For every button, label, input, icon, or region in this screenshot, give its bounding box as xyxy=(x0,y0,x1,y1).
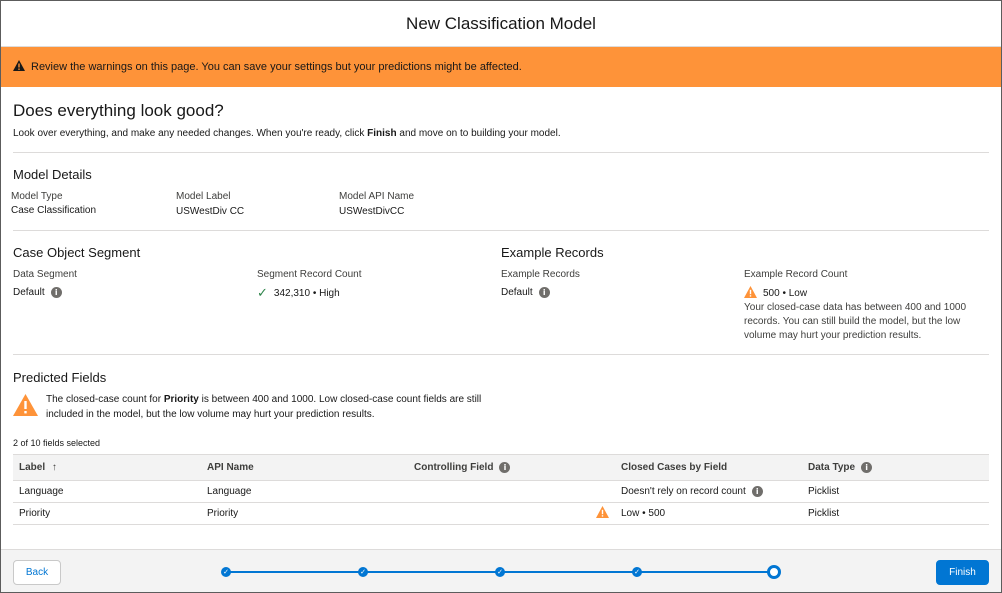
data-segment-value: Default i xyxy=(13,287,62,298)
cell-data-type: Picklist xyxy=(802,502,989,525)
warning-icon xyxy=(744,286,757,301)
cell-api-name: Language xyxy=(201,480,408,503)
warning-text-start: The closed-case count for xyxy=(46,394,164,405)
cell-controlling-field xyxy=(408,502,615,525)
check-icon: ✓ xyxy=(257,286,268,301)
modal-title: New Classification Model xyxy=(406,14,596,33)
step-5-current-icon[interactable] xyxy=(767,565,781,579)
divider xyxy=(13,230,989,231)
step-3-complete-icon[interactable]: ✓ xyxy=(495,567,505,577)
modal-footer: Back ✓ ✓ ✓ ✓ Finish xyxy=(1,549,1001,592)
warning-icon xyxy=(596,506,609,521)
column-label-text: Label xyxy=(19,462,46,473)
step-4-complete-icon[interactable]: ✓ xyxy=(632,567,642,577)
cell-controlling-field xyxy=(408,480,615,503)
example-count-text: 500 • Low xyxy=(763,288,808,299)
info-icon[interactable]: i xyxy=(751,486,763,497)
table-header-row: Label ↑ API Name Controlling Field i Clos… xyxy=(13,454,989,481)
segment-count-label: Segment Record Count xyxy=(257,269,362,280)
column-header-closed-cases[interactable]: Closed Cases by Field xyxy=(615,454,802,481)
model-api-name-label: Model API Name xyxy=(339,191,415,202)
data-segment-label: Data Segment xyxy=(13,269,77,280)
model-details-title: Model Details xyxy=(13,167,92,182)
segment-title: Case Object Segment xyxy=(13,245,141,260)
model-label-label: Model Label xyxy=(176,191,231,202)
back-button[interactable]: Back xyxy=(13,560,61,585)
cell-label: Language xyxy=(13,480,201,503)
selected-count: 2 of 10 fields selected xyxy=(13,438,101,448)
info-icon[interactable]: i xyxy=(499,462,511,473)
example-records-label: Example Records xyxy=(501,269,580,280)
predicted-fields-warning: The closed-case count for Priority is be… xyxy=(13,392,493,422)
warning-icon xyxy=(13,394,38,422)
data-segment-text: Default xyxy=(13,287,45,298)
segment-count-value: ✓ 342,310 • High xyxy=(257,286,340,301)
example-records-text: Default xyxy=(501,287,533,298)
example-count-label: Example Record Count xyxy=(744,269,848,280)
model-label-value: USWestDiv CC xyxy=(176,206,245,217)
intro-text: Look over everything, and make any neede… xyxy=(13,128,561,139)
modal: New Classification Model Review the warn… xyxy=(0,0,1002,593)
divider xyxy=(13,354,989,355)
column-header-data-type[interactable]: Data Type i xyxy=(802,454,989,481)
cell-closed-cases: Low • 500 xyxy=(615,502,802,525)
model-api-name-value: USWestDivCC xyxy=(339,206,405,217)
cell-data-type: Picklist xyxy=(802,480,989,503)
warning-icon xyxy=(13,60,25,74)
cell-label: Priority xyxy=(13,502,201,525)
intro-text-start: Look over everything, and make any neede… xyxy=(13,128,368,139)
warning-text-field: Priority xyxy=(163,394,199,405)
cell-api-name: Priority xyxy=(201,502,408,525)
finish-button[interactable]: Finish xyxy=(936,560,989,585)
example-records-value: Default i xyxy=(501,287,550,298)
model-type-value: Case Classification xyxy=(11,205,97,216)
arrow-up-icon[interactable]: ↑ xyxy=(52,462,57,473)
predicted-fields-warning-text: The closed-case count for Priority is be… xyxy=(46,392,493,422)
progress-indicator: ✓ ✓ ✓ ✓ xyxy=(221,564,781,580)
column-header-label[interactable]: Label ↑ xyxy=(13,454,201,481)
example-count-value: 500 • Low xyxy=(744,286,807,301)
column-header-controlling-field[interactable]: Controlling Field i xyxy=(408,454,615,481)
modal-header: New Classification Model xyxy=(1,1,1001,47)
warning-banner-text: Review the warnings on this page. You ca… xyxy=(31,61,522,73)
column-controlling-text: Controlling Field xyxy=(414,462,494,473)
intro-text-finish: Finish xyxy=(367,128,397,139)
segment-count-text: 342,310 • High xyxy=(273,288,340,299)
modal-body: Does everything look good? Look over eve… xyxy=(1,87,1001,549)
cell-closed-cases: Doesn't rely on record count i xyxy=(615,480,802,503)
example-count-note: Your closed-case data has between 400 an… xyxy=(744,302,967,341)
warning-banner: Review the warnings on this page. You ca… xyxy=(1,47,1001,87)
info-icon[interactable]: i xyxy=(861,462,873,473)
column-header-api-name[interactable]: API Name xyxy=(201,454,408,481)
model-type-label: Model Type xyxy=(11,191,63,202)
predicted-fields-title: Predicted Fields xyxy=(13,370,107,385)
column-type-text: Data Type xyxy=(808,462,856,473)
info-icon[interactable]: i xyxy=(538,287,550,298)
closed-cases-text: Doesn't rely on record count xyxy=(621,486,746,497)
table-row: Language Language Doesn't rely on record… xyxy=(13,480,989,503)
info-icon[interactable]: i xyxy=(50,287,62,298)
step-1-complete-icon[interactable]: ✓ xyxy=(221,567,231,577)
divider xyxy=(13,152,989,153)
example-records-title: Example Records xyxy=(501,245,604,260)
intro-text-end: and move on to building your model. xyxy=(396,128,561,139)
predicted-fields-table: Label ↑ API Name Controlling Field i Clos… xyxy=(13,454,989,525)
table-row: Priority Priority Low • 500 Picklist xyxy=(13,502,989,525)
page-title: Does everything look good? xyxy=(13,101,224,120)
step-2-complete-icon[interactable]: ✓ xyxy=(358,567,368,577)
